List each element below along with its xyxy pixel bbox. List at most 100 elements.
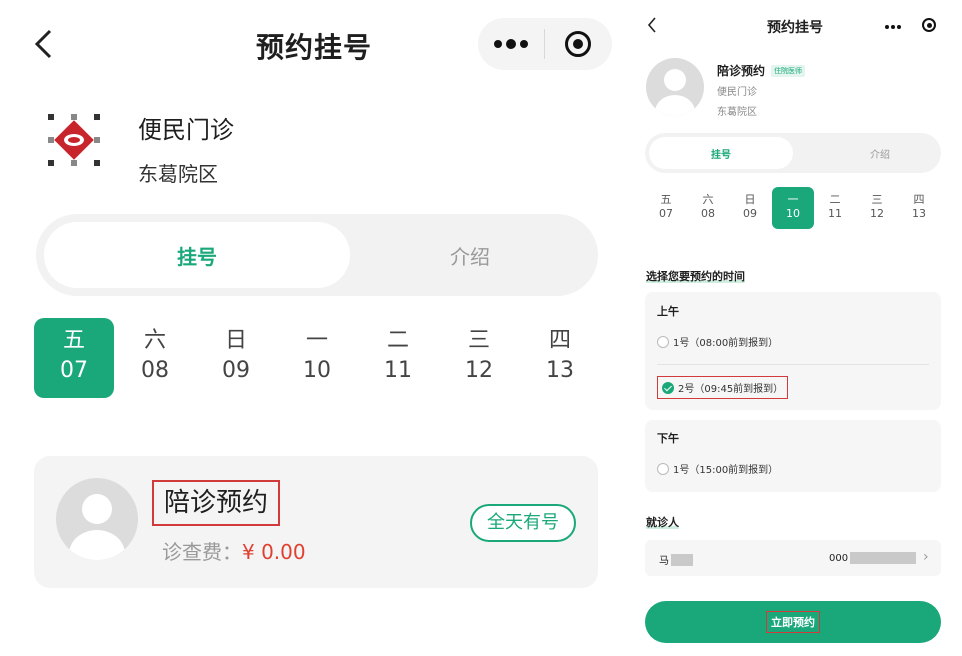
close-target-icon[interactable] [922,18,936,32]
weekday-label: 四 [548,328,571,353]
date-label: 10 [786,207,800,220]
weekday-label: 一 [787,193,799,206]
date-label: 07 [659,207,673,220]
weekday-label: 二 [386,328,409,353]
slot-option[interactable]: 1号（08:00前到报到） [657,334,778,349]
page-title: 预约挂号 [767,20,823,36]
weekday-label: 一 [305,328,328,353]
afternoon-label: 下午 [657,432,679,445]
availability-badge[interactable]: 全天有号 [470,504,576,542]
tab-register[interactable]: 挂号 [44,222,350,288]
date-label: 11 [384,358,412,383]
radio-unchecked-icon [657,335,669,348]
weekday-label: 三 [871,193,883,206]
right-panel: 预约挂号 陪诊预约 住院医师 便民门诊 东葛院区 挂号 介绍 五 07 六 08 日… [628,0,962,656]
doctor-title-badge: 住院医师 [771,64,806,77]
date-item-10[interactable]: 一 10 [277,318,357,398]
user-placeholder-icon [655,69,695,116]
patient-selector[interactable]: 马 000 › [645,540,941,576]
mini-program-capsule [478,18,612,70]
weekday-label: 日 [744,193,756,206]
date-item-09[interactable]: 日 09 [729,187,771,229]
date-label: 11 [828,207,842,220]
date-item-13[interactable]: 四 13 [898,187,940,229]
chevron-right-icon: › [923,549,929,565]
slot-option-selected[interactable]: 2号（09:45前到报到） [657,376,789,399]
patient-section-title: 就诊人 [646,516,679,529]
clinic-name: 便民门诊 [717,87,757,98]
radio-checked-icon [662,381,674,394]
weekday-label: 二 [829,193,841,206]
weekday-label: 六 [702,193,714,206]
date-label: 12 [870,207,884,220]
date-item-12[interactable]: 三 12 [856,187,898,229]
date-item-09[interactable]: 日 09 [196,318,276,398]
doctor-card[interactable]: 陪诊预约 诊查费：¥ 0.00 全天有号 [34,456,598,588]
redacted-block [850,552,917,564]
date-label: 10 [303,358,331,383]
book-now-label: 立即预约 [766,611,820,633]
weekday-label: 五 [660,193,672,206]
date-item-11[interactable]: 二 11 [358,318,438,398]
divider [657,364,929,365]
date-label: 13 [546,358,574,383]
date-item-07[interactable]: 五 07 [645,187,687,229]
clinic-logo-icon [48,114,100,166]
time-section-title: 选择您要预约的时间 [646,270,745,283]
book-now-button[interactable]: 立即预约 [645,601,941,643]
user-placeholder-icon [69,494,125,560]
date-item-12[interactable]: 三 12 [439,318,519,398]
more-icon[interactable] [885,25,901,29]
doctor-name: 陪诊预约 [152,480,281,526]
fee-label: 诊查费： [162,540,242,564]
weekday-label: 四 [913,193,925,206]
weekday-label: 五 [62,328,85,353]
doctor-name: 陪诊预约 [717,64,766,78]
avatar [56,478,138,560]
date-item-08[interactable]: 六 08 [115,318,195,398]
fee-amount: ¥ 0.00 [242,540,306,564]
fee-line: 诊查费：¥ 0.00 [162,536,306,565]
slot-option[interactable]: 1号（15:00前到报到） [657,461,778,476]
patient-name-visible: 马 [659,556,669,567]
afternoon-slots: 下午 1号（15:00前到报到） [645,420,941,492]
slot-label: 2号（09:45前到报到） [678,384,784,395]
weekday-label: 六 [143,328,166,353]
doctor-name-row: 陪诊预约 住院医师 [717,62,806,79]
weekday-label: 三 [467,328,490,353]
clinic-name: 便民门诊 [138,116,234,144]
more-icon[interactable] [478,18,544,70]
patient-id-visible: 000 [829,552,849,564]
slot-label: 1号（15:00前到报到） [673,465,779,476]
hospital-branch: 东葛院区 [717,107,757,118]
date-item-08[interactable]: 六 08 [687,187,729,229]
tab-intro[interactable]: 介绍 [805,137,955,169]
radio-unchecked-icon [657,462,669,475]
date-item-07[interactable]: 五 07 [34,318,114,398]
morning-slots: 上午 1号（08:00前到报到） 2号（09:45前到报到） [645,292,941,410]
date-label: 09 [222,358,250,383]
date-label: 08 [141,358,169,383]
tab-intro[interactable]: 介绍 [350,222,590,288]
morning-label: 上午 [657,305,679,318]
date-item-11[interactable]: 二 11 [814,187,856,229]
redacted-block [671,553,693,566]
slot-label: 1号（08:00前到报到） [673,338,779,349]
date-label: 09 [743,207,757,220]
close-target-icon[interactable] [545,18,611,70]
date-item-10[interactable]: 一 10 [772,187,814,229]
date-item-13[interactable]: 四 13 [520,318,600,398]
date-label: 12 [465,358,493,383]
tab-bar: 挂号 介绍 [36,214,598,296]
left-panel: 预约挂号 便民门诊 东葛院区 挂号 介绍 五 07 六 08 日 09 一 10 二 11… [0,0,628,656]
patient-id: 000 [829,552,917,564]
tab-register[interactable]: 挂号 [649,137,793,169]
date-selector: 五 07 六 08 日 09 一 10 二 11 三 12 四 13 [645,187,945,229]
tab-bar: 挂号 介绍 [645,133,941,173]
patient-name: 马 [659,552,693,567]
date-label: 08 [701,207,715,220]
date-label: 13 [912,207,926,220]
weekday-label: 日 [224,328,247,353]
hospital-branch: 东葛院区 [138,162,218,186]
avatar [646,58,704,116]
